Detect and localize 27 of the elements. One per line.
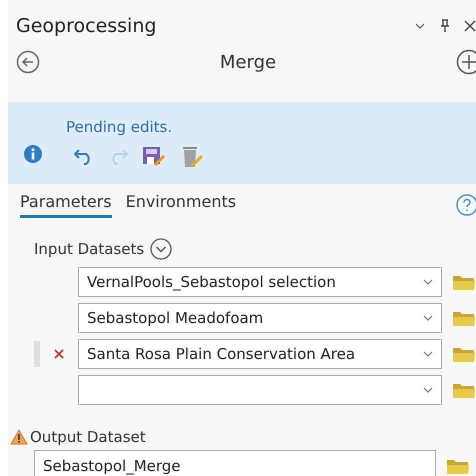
dataset-dropdown[interactable]: Sebastopol Meadofoam (78, 303, 442, 333)
caret-icon[interactable] (423, 279, 433, 285)
caret-icon[interactable] (423, 351, 433, 357)
dataset-dropdown[interactable]: VernalPools_Sebastopol selection (78, 267, 442, 297)
pane-title: Geoprocessing (16, 15, 158, 37)
tab[interactable]: Parameters (20, 192, 112, 218)
dataset-dropdown[interactable]: Santa Rosa Plain Conservation Area (78, 339, 442, 369)
help-icon[interactable] (456, 194, 476, 216)
chevron-down-icon[interactable] (414, 22, 426, 30)
close-icon[interactable] (464, 20, 476, 32)
back-button[interactable] (16, 50, 40, 74)
input-datasets-label: Input Datasets (34, 240, 144, 258)
pin-icon[interactable] (440, 19, 450, 33)
add-button[interactable] (456, 49, 476, 75)
caret-icon[interactable] (423, 315, 433, 321)
discard-edits-icon[interactable] (180, 144, 204, 168)
tab[interactable]: Environments (126, 192, 236, 218)
output-dataset-field[interactable]: Sebastopol_Merge (34, 450, 436, 476)
info-icon (24, 145, 42, 163)
tool-title: Merge (218, 52, 278, 72)
banner-message: Pending edits. (66, 118, 174, 136)
expand-icon[interactable] (150, 238, 172, 260)
remove-icon[interactable] (54, 349, 64, 359)
output-dataset-label: Output Dataset (30, 428, 146, 446)
drag-handle[interactable] (34, 341, 40, 367)
caret-icon[interactable] (423, 387, 433, 393)
save-edits-icon[interactable] (142, 145, 166, 167)
